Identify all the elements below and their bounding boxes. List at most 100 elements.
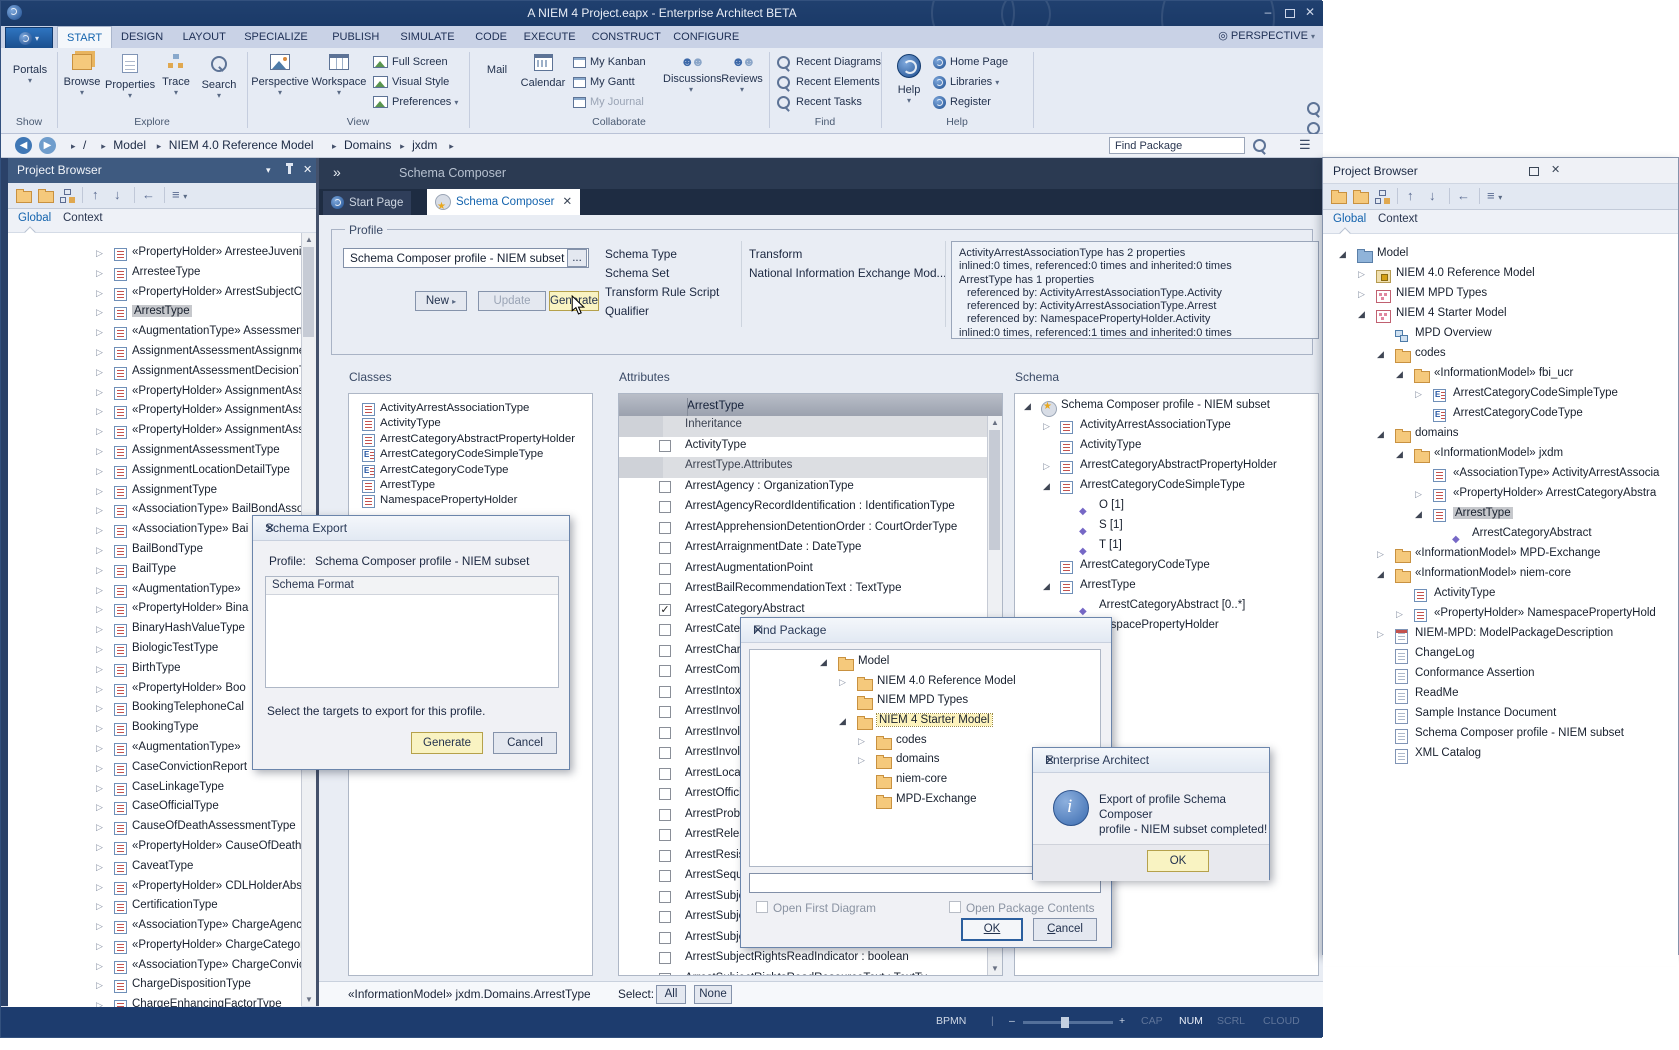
ribbon-item-browse[interactable]: Browse▾ bbox=[61, 52, 103, 97]
tree-item[interactable]: ▷CertificationType bbox=[8, 898, 301, 918]
tree-item[interactable]: ▷AssignmentAssessmentType bbox=[8, 443, 301, 463]
attribute-checkbox[interactable] bbox=[659, 932, 671, 944]
select-all-button[interactable]: All bbox=[656, 985, 686, 1004]
tree-item[interactable]: ActivityType bbox=[1015, 438, 1318, 458]
tree-item[interactable]: ▷NIEM-MPD: ModelPackageDescription bbox=[1323, 626, 1678, 646]
ribbon-item-libraries[interactable]: Libraries▾ bbox=[933, 73, 1027, 91]
attribute-checkbox[interactable] bbox=[659, 870, 671, 882]
tree-item[interactable]: T [1] bbox=[1015, 538, 1318, 558]
ribbon-tab-specialize[interactable]: SPECIALIZE bbox=[235, 26, 317, 48]
open-package-contents-checkbox[interactable] bbox=[949, 901, 961, 913]
dialog-title-bar[interactable]: Enterprise Architect ✕ bbox=[1033, 748, 1269, 773]
ribbon-tab-design[interactable]: DESIGN bbox=[112, 26, 172, 48]
tree-item[interactable]: ▷«PropertyHolder» ArrestSubjectCou bbox=[8, 285, 301, 305]
collapse-arrow-icon[interactable]: ▷ bbox=[96, 802, 103, 813]
collapse-arrow-icon[interactable]: ▷ bbox=[1358, 289, 1365, 300]
expand-arrow-icon[interactable]: ◢ bbox=[1377, 429, 1384, 440]
minimize-button[interactable]: – bbox=[1259, 5, 1277, 19]
attribute-row[interactable]: ArrestAgencyRecordIdentification : Ident… bbox=[619, 498, 988, 519]
attribute-row[interactable]: ArrestApprehensionDetentionOrder : Court… bbox=[619, 519, 988, 540]
attribute-checkbox[interactable] bbox=[659, 973, 671, 977]
generate-button[interactable]: Generate bbox=[411, 732, 483, 754]
close-button[interactable]: ✕ bbox=[1551, 163, 1560, 176]
update-button[interactable]: Update bbox=[478, 291, 546, 311]
document-tab-start-page[interactable]: Start Page bbox=[323, 191, 411, 215]
perspective-selector[interactable]: ◎ PERSPECTIVE ▾ bbox=[1218, 29, 1315, 42]
ribbon-item-recent-elements[interactable]: Recent Elements bbox=[777, 73, 879, 91]
tab-global[interactable]: Global bbox=[18, 212, 51, 224]
expand-arrow-icon[interactable]: ◢ bbox=[839, 716, 846, 727]
collapse-arrow-icon[interactable]: ▷ bbox=[96, 565, 103, 576]
hierarchy-icon[interactable] bbox=[60, 189, 74, 207]
tree-item[interactable]: ▷«InformationModel» MPD-Exchange bbox=[1323, 546, 1678, 566]
tree-item[interactable]: ◢NIEM 4 Starter Model bbox=[1323, 306, 1678, 326]
breadcrumb-segment[interactable]: Model bbox=[113, 138, 146, 152]
expand-arrow-icon[interactable]: ◢ bbox=[1377, 349, 1384, 360]
attribute-checkbox[interactable] bbox=[659, 706, 671, 718]
collapse-arrow-icon[interactable]: ▷ bbox=[96, 961, 103, 972]
attribute-checkbox[interactable] bbox=[659, 542, 671, 554]
move-up-icon[interactable]: ↑ bbox=[92, 187, 99, 202]
attribute-checkbox[interactable] bbox=[659, 850, 671, 862]
ribbon-tab-start[interactable]: START bbox=[57, 26, 112, 48]
breadcrumb-segment[interactable]: NIEM 4.0 Reference Model bbox=[169, 138, 314, 152]
attribute-checkbox[interactable] bbox=[659, 911, 671, 923]
tree-item[interactable]: NIEM MPD Types bbox=[750, 693, 1100, 713]
back-button[interactable]: ◀ bbox=[15, 137, 32, 154]
attribute-checkbox[interactable] bbox=[659, 645, 671, 657]
attribute-checkbox[interactable] bbox=[659, 583, 671, 595]
expand-arrow-icon[interactable]: ◢ bbox=[1358, 309, 1365, 320]
tree-item[interactable]: ▷«PropertyHolder» ArrestCategoryAbstra bbox=[1323, 486, 1678, 506]
collapse-arrow-icon[interactable]: ▷ bbox=[858, 755, 865, 766]
zoom-slider[interactable] bbox=[1023, 1021, 1113, 1024]
tree-item[interactable]: MPD Overview bbox=[1323, 326, 1678, 346]
tree-item[interactable]: ▷«PropertyHolder» ChargeCategory bbox=[8, 938, 301, 958]
new-package-icon[interactable] bbox=[1331, 190, 1347, 209]
collapse-arrow-icon[interactable]: ▷ bbox=[96, 288, 103, 299]
tree-item[interactable]: ▷CaveatType bbox=[8, 859, 301, 879]
hierarchy-icon[interactable] bbox=[1375, 190, 1389, 208]
attribute-row[interactable]: ArrestAugmentationPoint bbox=[619, 560, 988, 581]
ribbon-item-mail[interactable]: Mail bbox=[477, 52, 517, 76]
breadcrumb-segment[interactable]: / bbox=[83, 138, 86, 152]
collapse-arrow-icon[interactable]: ▷ bbox=[96, 842, 103, 853]
ribbon-item-recent-tasks[interactable]: Recent Tasks bbox=[777, 93, 879, 111]
tree-item[interactable]: ▷CaseLinkageType bbox=[8, 780, 301, 800]
move-down-icon[interactable]: ↓ bbox=[1429, 188, 1436, 203]
ribbon-item-register[interactable]: Register bbox=[933, 93, 1027, 111]
tree-item[interactable]: ◢ArrestCategoryCodeSimpleType bbox=[1015, 478, 1318, 498]
attribute-checkbox[interactable] bbox=[659, 829, 671, 841]
expand-arrow-icon[interactable]: ◢ bbox=[1339, 249, 1346, 260]
breadcrumb-segment[interactable]: Domains bbox=[344, 138, 391, 152]
tree-item[interactable]: ▷ArrestCategoryAbstractPropertyHolder bbox=[1015, 458, 1318, 478]
collapse-arrow-icon[interactable]: ▷ bbox=[96, 664, 103, 675]
ribbon-item-trace[interactable]: Trace▾ bbox=[157, 52, 195, 97]
tree-item[interactable]: ChangeLog bbox=[1323, 646, 1678, 666]
tree-item[interactable]: ▷«PropertyHolder» ArresteeJuvenileD bbox=[8, 245, 301, 265]
close-tab-icon[interactable]: ✕ bbox=[562, 196, 572, 208]
ribbon-tab-execute[interactable]: EXECUTE bbox=[515, 26, 585, 48]
new-button[interactable]: New ▸ bbox=[415, 291, 467, 311]
title-bar[interactable]: A NIEM 4 Project.eapx - Enterprise Archi… bbox=[1, 1, 1323, 26]
expand-arrow-icon[interactable]: ◢ bbox=[820, 657, 827, 668]
attribute-checkbox[interactable]: ✓ bbox=[659, 604, 671, 616]
class-item[interactable]: ArrestCategoryCodeType bbox=[349, 464, 592, 479]
collapse-arrow-icon[interactable]: ▷ bbox=[96, 941, 103, 952]
dialog-title-bar[interactable]: Schema Export ✕ bbox=[253, 516, 569, 541]
list-menu-icon[interactable]: ≡ ▾ bbox=[1487, 188, 1502, 203]
expand-arrow-icon[interactable]: ◢ bbox=[1043, 581, 1050, 592]
tree-item[interactable]: Sample Instance Document bbox=[1323, 706, 1678, 726]
tree-item[interactable]: ◢ArrestType bbox=[1015, 578, 1318, 598]
tree-item[interactable]: ▷CaseOfficialType bbox=[8, 799, 301, 819]
attribute-checkbox[interactable] bbox=[659, 440, 671, 452]
tree-item[interactable]: ◢domains bbox=[1323, 426, 1678, 446]
expand-arrow-icon[interactable]: ◢ bbox=[1024, 401, 1031, 412]
tree-item[interactable]: ▷AssignmentAssessmentDecisionTy bbox=[8, 364, 301, 384]
close-icon[interactable]: ✕ bbox=[1045, 753, 1261, 767]
collapse-arrow-icon[interactable]: ▷ bbox=[96, 446, 103, 457]
collapse-arrow-icon[interactable]: ▷ bbox=[96, 822, 103, 833]
tree-item[interactable]: ◢«InformationModel» niem-core bbox=[1323, 566, 1678, 586]
collapse-arrow-icon[interactable]: ▷ bbox=[96, 684, 103, 695]
tree-item[interactable]: ◢Model bbox=[750, 654, 1100, 674]
tree-item[interactable]: ◢Model bbox=[1323, 246, 1678, 266]
